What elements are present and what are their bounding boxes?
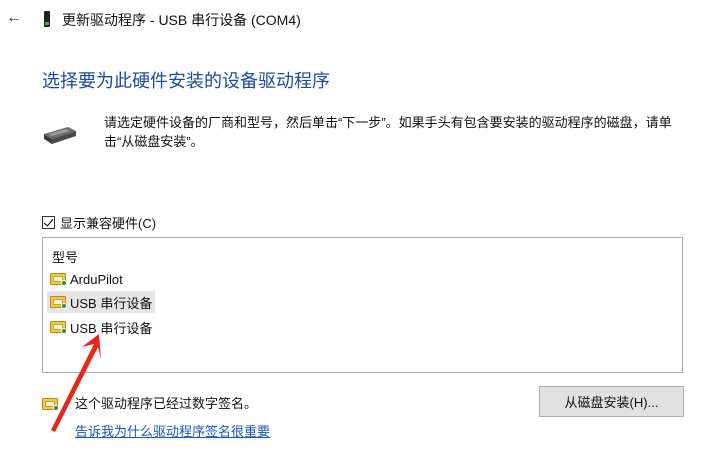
- signed-driver-icon: [50, 320, 67, 334]
- have-disk-button[interactable]: 从磁盘安装(H)...: [539, 386, 684, 417]
- window-title: 更新驱动程序 - USB 串行设备 (COM4): [62, 12, 301, 28]
- list-item-label: ArduPilot: [70, 271, 123, 287]
- model-column-header: 型号: [52, 250, 79, 265]
- signed-driver-icon: [50, 272, 67, 286]
- compat-checkbox[interactable]: [42, 215, 55, 229]
- list-item[interactable]: USB 串行设备: [47, 316, 155, 338]
- list-item[interactable]: ArduPilot: [47, 268, 126, 290]
- instruction-text: 请选定硬件设备的厂商和型号，然后单击“下一步”。如果手头有包含要安装的驱动程序的…: [104, 115, 672, 149]
- compat-checkbox-label[interactable]: 显示兼容硬件(C): [60, 213, 156, 232]
- signing-info-link[interactable]: 告诉我为什么驱动程序签名很重要: [75, 421, 270, 440]
- list-item-label: USB 串行设备: [70, 320, 153, 336]
- list-item-label: USB 串行设备: [70, 295, 153, 311]
- model-list[interactable]: 型号 ArduPilot USB 串行设备 USB 串行设备: [42, 237, 683, 373]
- signature-status-text: 这个驱动程序已经过数字签名。: [75, 396, 258, 411]
- hardware-card-icon: [44, 127, 76, 144]
- show-compatible-hardware[interactable]: 显示兼容硬件(C): [42, 213, 156, 231]
- signed-driver-icon: [50, 295, 67, 309]
- back-arrow-icon[interactable]: ←: [6, 9, 22, 27]
- title-bar: ← 更新驱动程序 - USB 串行设备 (COM4): [0, 0, 704, 40]
- list-item[interactable]: USB 串行设备: [47, 291, 156, 313]
- signed-driver-icon: [42, 397, 59, 411]
- page-heading: 选择要为此硬件安装的设备驱动程序: [42, 71, 330, 91]
- usb-device-icon: [44, 11, 50, 27]
